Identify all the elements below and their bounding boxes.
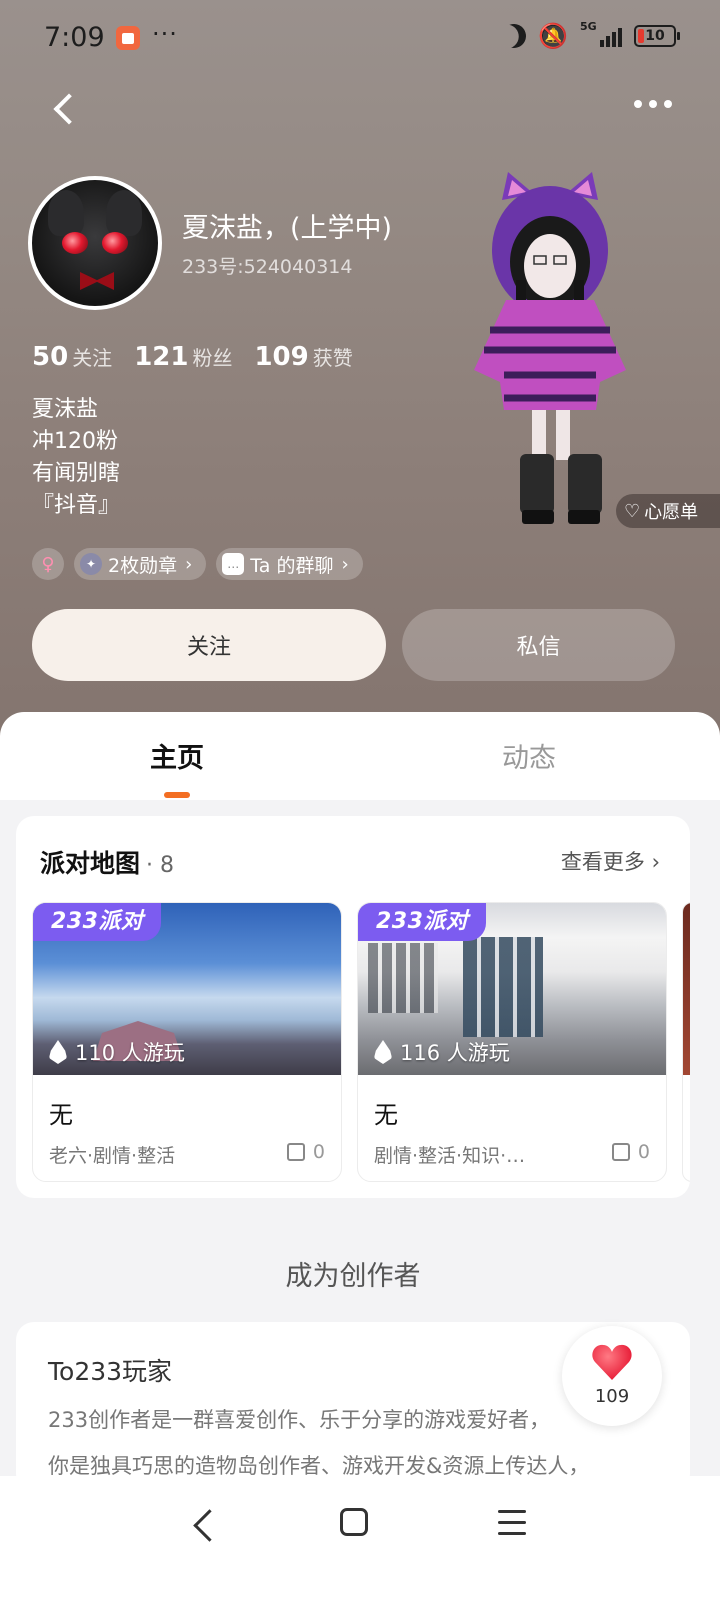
gender-female-icon: ♀ (32, 548, 64, 580)
nav-back-icon[interactable] (184, 1506, 224, 1546)
floating-like-count: 109 (594, 1386, 630, 1407)
game-card[interactable]: 233派对 116 人游玩 无 剧情·整活·知识·… 0 (357, 902, 667, 1182)
players-label: 110 人游玩 (75, 1041, 185, 1065)
stat-value: 50 (32, 342, 69, 372)
group-chat-label: Ta 的群聊 (250, 554, 334, 577)
network-label: 5G (580, 20, 597, 33)
medal-icon: ✦ (80, 553, 102, 575)
signal-icon: 5G (580, 21, 622, 47)
bio-line: 『抖音』 (32, 493, 121, 518)
party-tag: 233派对 (33, 903, 162, 941)
stat-followers[interactable]: 121 粉丝 (134, 342, 232, 372)
status-bar: 7:09 ··· 🔕 5G 10 (0, 0, 720, 76)
like-value: 0 (312, 1141, 325, 1163)
back-icon[interactable] (46, 88, 86, 132)
creator-text-line: 233创作者是一群喜爱创作、乐于分享的游戏爱好者， (48, 1408, 551, 1432)
maps-count: · 8 (146, 853, 174, 878)
stat-label: 获赞 (312, 346, 353, 370)
player-count: 110 人游玩 (49, 1037, 185, 1067)
players-label: 116 人游玩 (400, 1041, 510, 1065)
tab-home[interactable]: 主页 (150, 736, 204, 775)
avatar-ear-right (106, 190, 142, 236)
moon-icon (499, 21, 530, 52)
stat-label: 关注 (72, 346, 113, 370)
badge-row: ♀ ✦ 2枚勋章 › … Ta 的群聊 › (32, 548, 363, 580)
bio-line: 冲120粉 (32, 429, 118, 454)
game-name: 无 (49, 1101, 73, 1129)
flame-icon (49, 1040, 67, 1064)
game-card-partial[interactable] (682, 902, 690, 1182)
game-tags: 剧情·整活·知识·… (374, 1145, 526, 1167)
nav-home-icon[interactable] (340, 1508, 368, 1536)
group-chat-button[interactable]: … Ta 的群聊 › (216, 548, 363, 580)
profile-stats: 50 关注 121 粉丝 109 获赞 (32, 342, 353, 372)
game-tags: 老六·剧情·整活 (49, 1145, 176, 1167)
wishlist-label: 心愿单 (644, 502, 699, 523)
stat-following[interactable]: 50 关注 (32, 342, 112, 372)
system-nav-bar (0, 1476, 720, 1600)
avatar-ear-left (48, 190, 84, 236)
badges-label: 2枚勋章 (108, 554, 178, 577)
nav-menu-icon[interactable] (498, 1510, 526, 1535)
bio: 夏沫盐 冲120粉 有闻别瞎 『抖音』 (32, 394, 120, 522)
creator-card-title: To233玩家 (48, 1357, 173, 1386)
avatar[interactable] (28, 176, 162, 310)
stat-label: 粉丝 (192, 346, 233, 370)
bell-muted-icon: 🔕 (538, 22, 568, 50)
tab-indicator (164, 792, 190, 798)
thumbs-up-icon (286, 1143, 305, 1161)
like-count[interactable]: 0 (611, 1141, 650, 1163)
battery-icon: 10 (634, 25, 680, 47)
heart-outline-icon: ♡ (624, 500, 641, 522)
chevron-right-icon: › (651, 850, 660, 874)
follow-button[interactable]: 关注 (32, 609, 386, 681)
game-thumbnail (683, 903, 690, 1075)
game-name: 无 (374, 1101, 398, 1129)
more-options-icon[interactable] (634, 100, 672, 108)
app-notification-icon (116, 26, 140, 50)
heart-icon (592, 1344, 632, 1380)
see-more-link[interactable]: 查看更多 › (561, 846, 660, 876)
flame-icon (374, 1040, 392, 1064)
avatar-3d-figure[interactable] (450, 170, 650, 530)
bio-line: 有闻别瞎 (32, 461, 121, 486)
wishlist-button[interactable]: ♡ 心愿单 (616, 494, 720, 528)
see-more-label: 查看更多 (560, 850, 645, 874)
creator-section-title: 成为创作者 (285, 1261, 421, 1292)
status-time: 7:09 (44, 22, 105, 53)
section-title: 派对地图 · 8 (40, 844, 174, 880)
chevron-right-icon: › (341, 553, 349, 575)
party-tag: 233派对 (358, 903, 487, 941)
chevron-right-icon: › (185, 553, 193, 575)
status-icons: 🔕 5G 10 (502, 21, 680, 50)
message-button[interactable]: 私信 (402, 609, 675, 681)
game-card[interactable]: 233派对 110 人游玩 无 老六·剧情·整活 0 (32, 902, 342, 1182)
stat-value: 109 (254, 342, 309, 372)
avatar-eye-right (102, 232, 128, 254)
like-count[interactable]: 0 (286, 1141, 325, 1163)
badges-button[interactable]: ✦ 2枚勋章 › (74, 548, 207, 580)
status-more-indicator: ··· (152, 20, 178, 48)
stat-value: 121 (134, 342, 189, 372)
chat-bubble-icon: … (222, 553, 245, 575)
user-id[interactable]: 233号:524040314 (182, 252, 352, 279)
tab-feed[interactable]: 动态 (502, 736, 556, 775)
nickname: 夏沫盐，(上学中) (182, 213, 393, 244)
avatar-eye-left (62, 232, 88, 254)
floating-like-button[interactable]: 109 (562, 1326, 662, 1426)
profile-tabs: 主页 动态 (0, 712, 720, 800)
maps-title: 派对地图 (40, 849, 141, 878)
stat-likes[interactable]: 109 获赞 (254, 342, 352, 372)
avatar-bow (80, 272, 114, 290)
player-count: 116 人游玩 (374, 1037, 510, 1067)
party-maps-card: 派对地图 · 8 查看更多 › 233派对 110 人游玩 无 老六·剧情·整活 … (16, 816, 690, 1198)
like-value: 0 (637, 1141, 650, 1163)
bio-line: 夏沫盐 (32, 397, 99, 422)
thumbs-up-icon (611, 1143, 630, 1161)
